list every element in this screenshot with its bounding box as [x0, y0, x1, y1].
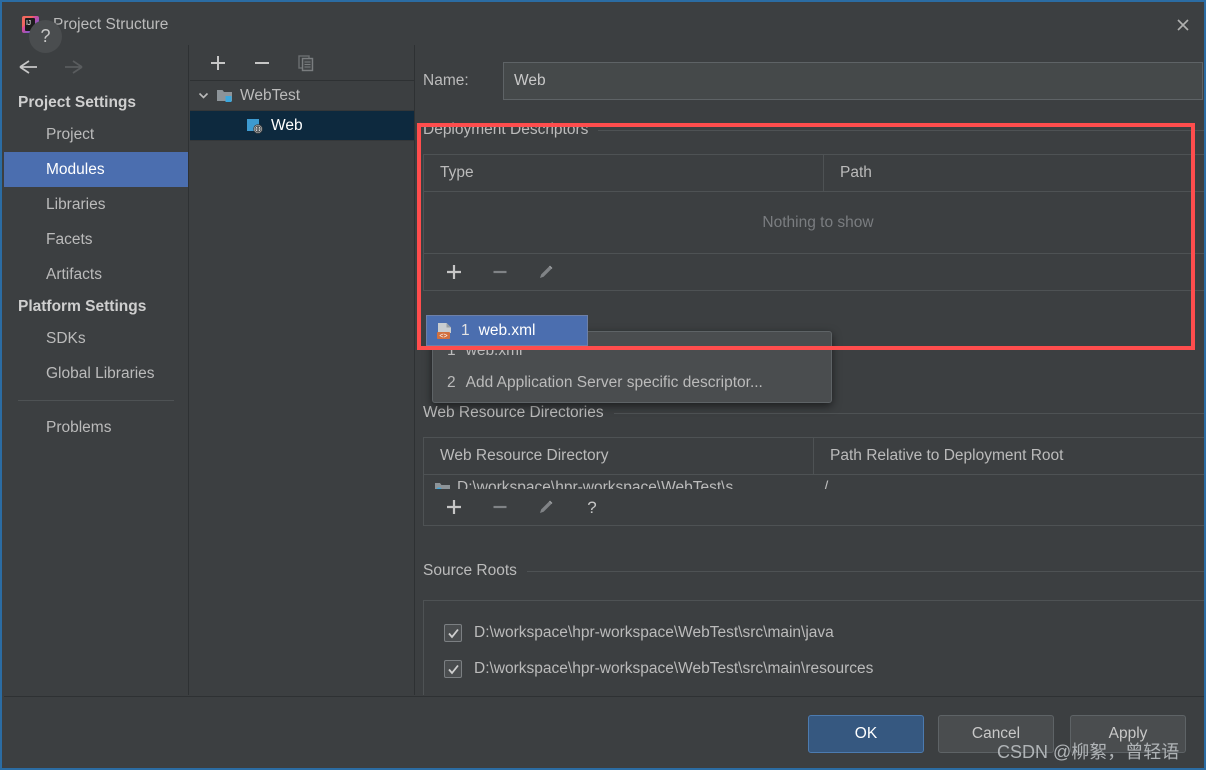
source-root-checkbox[interactable]	[444, 660, 462, 678]
checkmark-icon	[447, 664, 459, 674]
sidebar-item-project[interactable]: Project	[4, 117, 188, 152]
popup-item-label: Add Application Server specific descript…	[465, 374, 763, 391]
deployment-descriptors-toolbar	[424, 254, 1204, 290]
popup-item-label: web.xml	[478, 321, 536, 339]
column-header-path-relative[interactable]: Path Relative to Deployment Root	[814, 438, 1204, 474]
tree-node-label: WebTest	[240, 86, 301, 104]
source-roots-title: Source Roots	[423, 562, 517, 579]
settings-sidebar: Project Settings Project Modules Librari…	[4, 45, 189, 695]
web-resource-directories-table: Web Resource Directory Path Relative to …	[423, 437, 1204, 526]
ok-button[interactable]: OK	[808, 715, 924, 753]
web-facet-icon	[247, 118, 263, 134]
help-button[interactable]: ?	[29, 20, 62, 53]
source-roots-list: D:\workspace\hpr-workspace\WebTest\src\m…	[423, 600, 1204, 695]
close-icon	[1177, 18, 1189, 31]
sidebar-item-facets[interactable]: Facets	[4, 222, 188, 257]
popup-item-mnemonic: 1	[461, 321, 470, 339]
project-structure-dialog: IJ Project Structure Project Settings Pr…	[0, 0, 1206, 770]
column-header-path[interactable]: Path	[824, 155, 1204, 191]
plus-icon[interactable]	[444, 262, 464, 282]
tree-node-webtest[interactable]: WebTest	[190, 81, 414, 111]
copy-icon[interactable]	[296, 53, 316, 73]
web-resource-directories-title: Web Resource Directories	[423, 404, 604, 421]
pencil-icon[interactable]	[536, 262, 556, 282]
svg-text:<>: <>	[439, 332, 447, 339]
section-divider-line	[526, 570, 1204, 572]
module-name-row: Name:	[423, 62, 1203, 100]
sidebar-item-sdks[interactable]: SDKs	[4, 321, 188, 356]
popup-item-web-xml[interactable]: <> 1 web.xml	[426, 315, 588, 346]
chevron-down-icon[interactable]	[190, 89, 216, 102]
tree-node-label: Web	[271, 116, 303, 134]
plus-icon[interactable]	[208, 53, 228, 73]
sidebar-divider	[18, 400, 174, 401]
table-header-row: Web Resource Directory Path Relative to …	[424, 437, 1204, 475]
source-root-label: D:\workspace\hpr-workspace\WebTest\src\m…	[474, 660, 874, 677]
sidebar-item-global-libraries[interactable]: Global Libraries	[4, 356, 188, 391]
svg-text:?: ?	[587, 498, 596, 517]
section-divider-line	[613, 412, 1204, 414]
deployment-descriptors-group: Deployment Descriptors Type Path Nothing…	[423, 117, 1204, 291]
xml-descriptor-icon: <>	[437, 322, 451, 339]
sidebar-item-problems[interactable]: Problems	[4, 410, 188, 445]
source-root-label: D:\workspace\hpr-workspace\WebTest\src\m…	[474, 624, 834, 641]
navigation-buttons	[4, 45, 188, 88]
source-roots-title-row: Source Roots	[423, 558, 1204, 584]
column-header-web-resource-directory[interactable]: Web Resource Directory	[424, 438, 814, 474]
module-folder-icon	[217, 90, 232, 102]
deployment-descriptors-title-row: Deployment Descriptors	[423, 117, 1204, 143]
sidebar-header-platform-settings: Platform Settings	[18, 298, 147, 315]
module-tree-toolbar	[190, 45, 414, 81]
title-bar: IJ Project Structure	[4, 4, 1204, 45]
checkmark-icon	[447, 628, 459, 638]
popup-item-app-server-descriptor[interactable]: 2 Add Application Server specific descri…	[433, 367, 831, 399]
sidebar-item-modules[interactable]: Modules	[4, 152, 188, 187]
web-resource-directories-group: Web Resource Directories Web Resource Di…	[423, 400, 1204, 526]
page-title: Project Structure	[53, 15, 169, 33]
sidebar-item-libraries[interactable]: Libraries	[4, 187, 188, 222]
list-item[interactable]: D:\workspace\hpr-workspace\WebTest\src\m…	[424, 615, 1204, 651]
minus-icon[interactable]	[490, 262, 510, 282]
csdn-watermark: CSDN @柳絮，曾轻语	[997, 742, 1180, 762]
minus-icon[interactable]	[252, 53, 272, 73]
web-resource-directories-title-row: Web Resource Directories	[423, 400, 1204, 426]
module-name-label: Name:	[423, 72, 469, 89]
arrow-left-icon[interactable]	[16, 57, 40, 77]
source-roots-group: Source Roots D:\workspace\hpr-workspace\…	[423, 558, 1204, 695]
arrow-right-icon[interactable]	[62, 57, 86, 77]
module-tree-panel: WebTest Web	[190, 45, 415, 695]
empty-state-message: Nothing to show	[424, 192, 1204, 254]
section-divider-line	[598, 129, 1204, 131]
pencil-icon[interactable]	[536, 497, 556, 517]
minus-icon[interactable]	[490, 497, 510, 517]
list-item[interactable]: D:\workspace\hpr-workspace\WebTest\src\m…	[424, 651, 1204, 687]
deployment-descriptors-title: Deployment Descriptors	[423, 121, 589, 138]
column-header-type[interactable]: Type	[424, 155, 824, 191]
popup-item-mnemonic: 2	[447, 374, 456, 391]
sidebar-item-artifacts[interactable]: Artifacts	[4, 257, 188, 292]
deployment-descriptors-table: Type Path Nothing to show	[423, 154, 1204, 291]
source-root-checkbox[interactable]	[444, 624, 462, 642]
table-header-row: Type Path	[424, 154, 1204, 192]
plus-icon[interactable]	[444, 497, 464, 517]
close-button[interactable]	[1160, 4, 1204, 45]
question-icon[interactable]: ?	[582, 497, 602, 517]
tree-node-web[interactable]: Web	[190, 111, 414, 141]
module-name-input[interactable]	[503, 62, 1203, 100]
sidebar-header-project-settings: Project Settings	[18, 94, 136, 111]
web-resource-directories-toolbar: ?	[424, 489, 1204, 525]
